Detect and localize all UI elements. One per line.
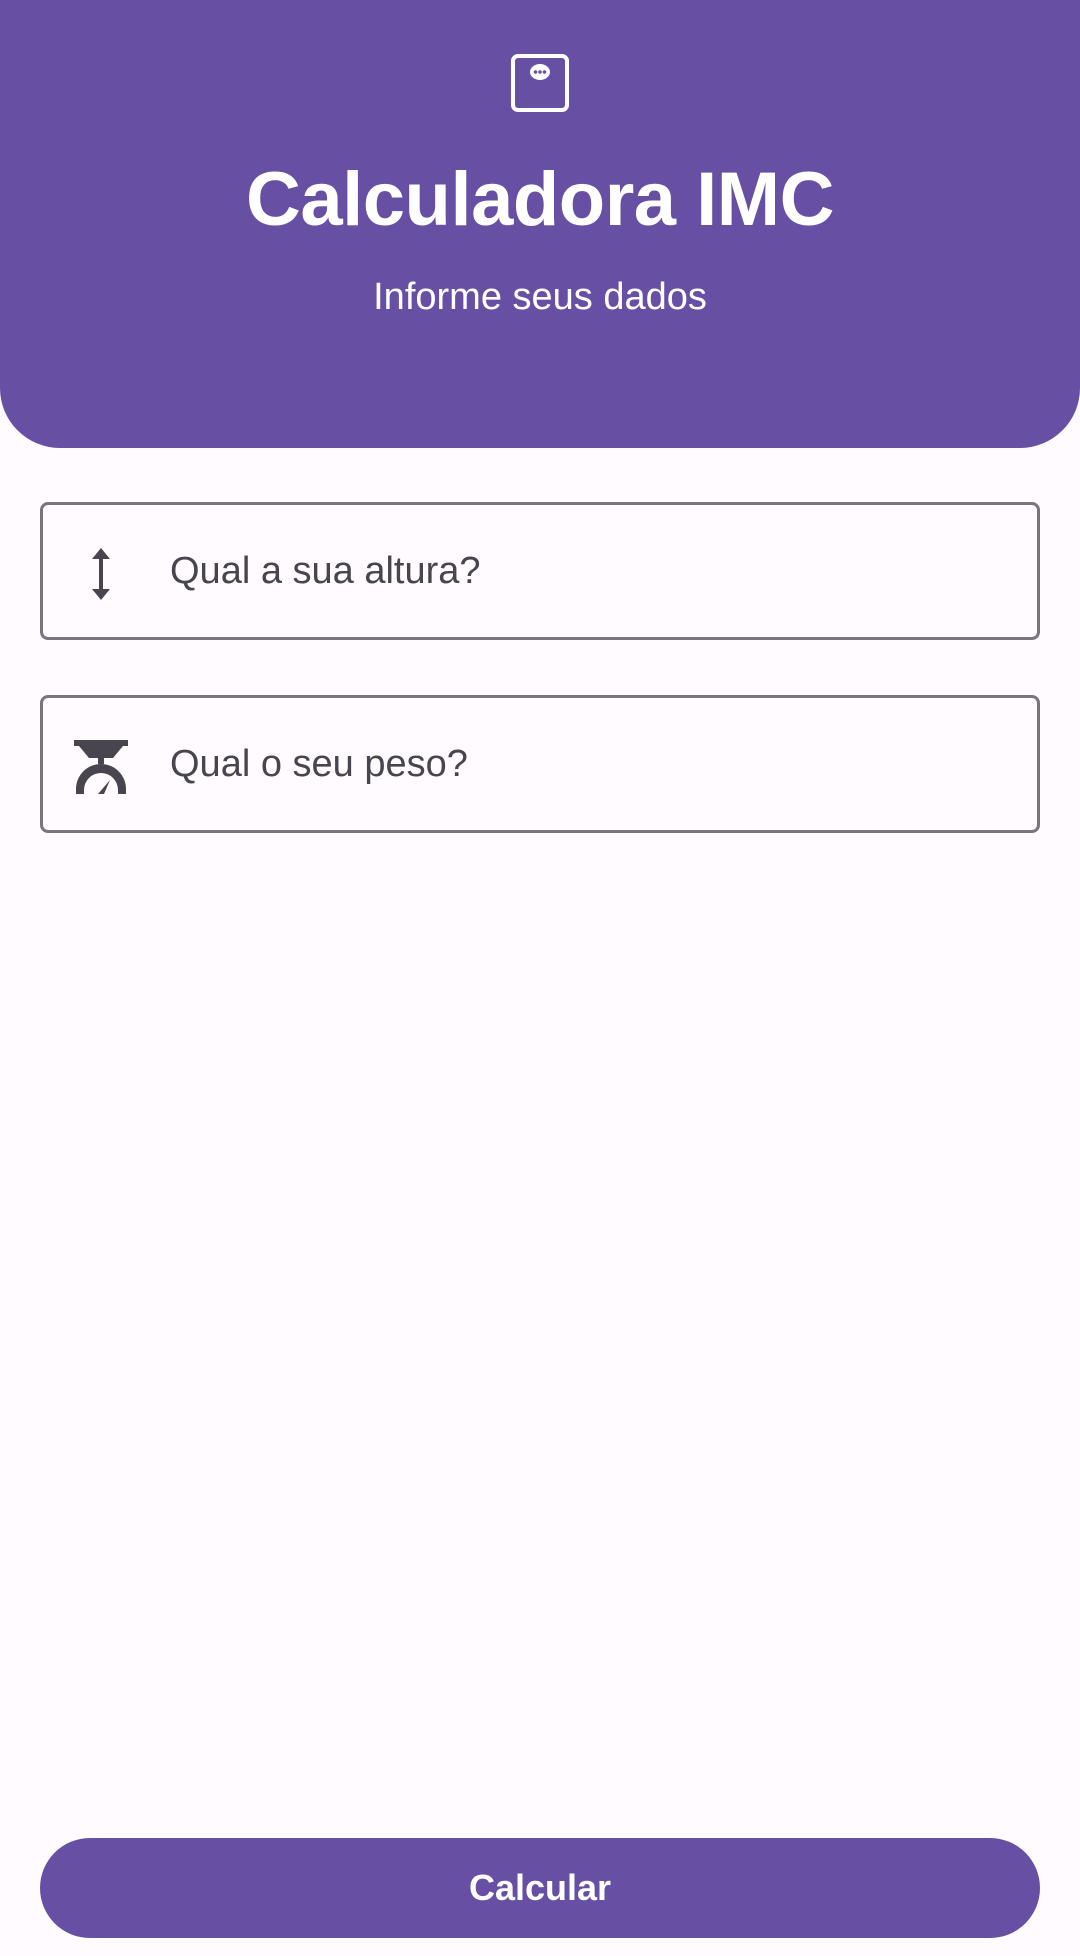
height-input[interactable]: [170, 505, 1010, 637]
weight-input[interactable]: [170, 698, 1010, 830]
page-title: Calculadora IMC: [246, 157, 834, 242]
kitchen-scale-icon: [74, 740, 128, 794]
vertical-arrows-icon: [92, 548, 110, 600]
calculate-button[interactable]: Calcular: [40, 1838, 1040, 1938]
weight-field[interactable]: [40, 695, 1040, 833]
page-subtitle: Informe seus dados: [373, 276, 707, 318]
bathroom-scale-icon: [511, 54, 569, 112]
header: Calculadora IMC Informe seus dados: [0, 0, 1080, 448]
height-field[interactable]: [40, 502, 1040, 640]
